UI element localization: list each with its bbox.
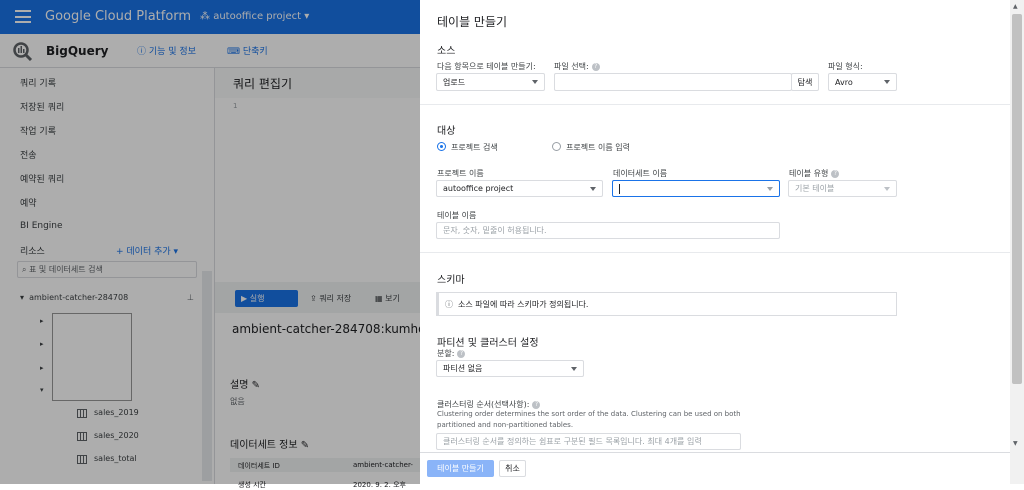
project-name-select[interactable]: autooffice project bbox=[436, 180, 603, 197]
clustering-description-2: partitioned and non-partitioned tables. bbox=[437, 421, 574, 429]
table-type-label: 테이블 유형? bbox=[789, 168, 840, 179]
destination-section: 대상 bbox=[437, 126, 456, 137]
dataset-name-label: 데이터세트 이름 bbox=[613, 169, 668, 178]
chevron-down-icon bbox=[884, 80, 890, 84]
scroll-down-icon[interactable]: ▼ bbox=[1013, 440, 1018, 447]
info-icon: ⓘ bbox=[445, 299, 453, 309]
scroll-up-icon[interactable]: ▲ bbox=[1013, 3, 1018, 10]
project-name-value: autooffice project bbox=[443, 184, 514, 193]
clustering-placeholder: 클러스터링 순서를 정의하는 쉼표로 구분된 필드 목록입니다. 최대 4개를 … bbox=[443, 437, 702, 446]
partition-select[interactable]: 파티션 없음 bbox=[436, 360, 584, 377]
table-name-input[interactable]: 문자, 숫자, 밑줄이 허용됩니다. bbox=[436, 222, 780, 239]
text-cursor bbox=[619, 183, 620, 194]
schema-info-box: ⓘ 소스 파일에 따라 스키마가 정의됩니다. bbox=[436, 292, 897, 316]
table-type-value: 기본 테이블 bbox=[795, 184, 835, 193]
help-icon: ? bbox=[532, 400, 541, 409]
cancel-button[interactable]: 취소 bbox=[499, 460, 526, 477]
clustering-input[interactable]: 클러스터링 순서를 정의하는 쉼표로 구분된 필드 목록입니다. 최대 4개를 … bbox=[436, 433, 741, 450]
table-name-label: 테이블 이름 bbox=[437, 211, 477, 220]
file-select-input[interactable] bbox=[554, 73, 792, 91]
panel-title: 테이블 만들기 bbox=[437, 15, 508, 29]
radio-enter-project[interactable] bbox=[552, 142, 561, 151]
schema-info-text: 소스 파일에 따라 스키마가 정의됩니다. bbox=[458, 299, 589, 309]
partition-label: 분할:? bbox=[437, 348, 466, 359]
radio-enter-label: 프로젝트 이름 입력 bbox=[566, 143, 630, 152]
browse-button[interactable]: 탐색 bbox=[791, 73, 819, 91]
file-select-label: 파일 선택:? bbox=[554, 61, 600, 72]
table-name-placeholder: 문자, 숫자, 밑줄이 허용됩니다. bbox=[443, 226, 547, 235]
chevron-down-icon bbox=[571, 366, 577, 371]
source-section: 소스 bbox=[437, 46, 456, 57]
scrollbar-thumb[interactable] bbox=[1012, 14, 1022, 384]
clustering-description-1: Clustering order determines the sort ord… bbox=[437, 410, 741, 418]
project-name-label: 프로젝트 이름 bbox=[437, 169, 484, 178]
clustering-label: 클러스터링 순서(선택사항):? bbox=[437, 399, 541, 410]
partition-value: 파티션 없음 bbox=[443, 364, 483, 373]
chevron-down-icon bbox=[767, 186, 773, 191]
help-icon: ? bbox=[591, 62, 600, 71]
create-table-panel: 테이블 만들기 소스 다음 항목으로 테이블 만들기: 업로드 파일 선택:? … bbox=[420, 0, 1010, 484]
create-from-label: 다음 항목으로 테이블 만들기: bbox=[437, 62, 536, 71]
create-from-select[interactable]: 업로드 bbox=[436, 73, 545, 91]
radio-search-label: 프로젝트 검색 bbox=[451, 143, 498, 152]
modal-overlay[interactable] bbox=[0, 0, 420, 484]
file-format-value: Avro bbox=[835, 77, 853, 87]
help-icon: ? bbox=[831, 169, 840, 178]
file-format-select[interactable]: Avro bbox=[828, 73, 897, 91]
divider bbox=[420, 252, 1010, 253]
chevron-down-icon bbox=[532, 80, 538, 84]
partition-section: 파티션 및 클러스터 설정 bbox=[437, 338, 539, 349]
dataset-name-input[interactable] bbox=[612, 180, 780, 197]
file-format-label: 파일 형식: bbox=[828, 62, 863, 71]
radio-search-project[interactable] bbox=[437, 142, 446, 151]
chevron-down-icon bbox=[590, 186, 596, 191]
table-type-select[interactable]: 기본 테이블 bbox=[788, 180, 897, 197]
create-from-value: 업로드 bbox=[443, 77, 466, 87]
create-table-button[interactable]: 테이블 만들기 bbox=[427, 460, 494, 477]
divider bbox=[420, 104, 1010, 105]
schema-section: 스키마 bbox=[437, 275, 465, 286]
chevron-down-icon bbox=[884, 186, 890, 191]
help-icon: ? bbox=[457, 349, 466, 358]
panel-scrollbar[interactable]: ▲ ▼ bbox=[1010, 0, 1024, 484]
